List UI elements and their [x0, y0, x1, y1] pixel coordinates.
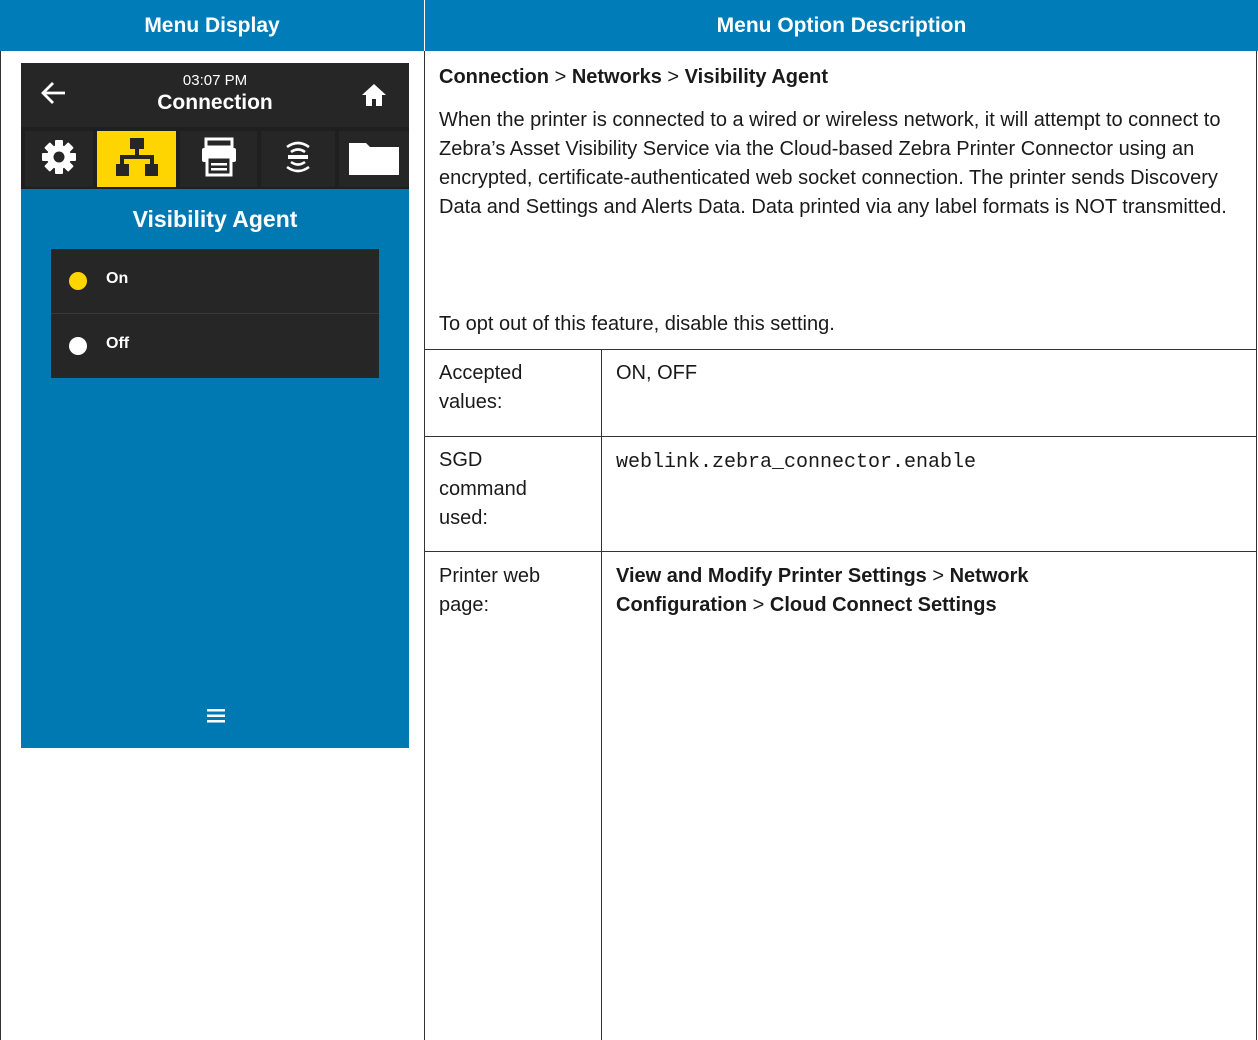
accepted-values-value: ON, OFF [616, 362, 698, 384]
header-menu-option-description: Menu Option Description [425, 0, 1258, 51]
sgd-label-line3: used: [439, 507, 488, 529]
sgd-label-line2: command [439, 478, 527, 500]
option-off-label: Off [106, 335, 130, 352]
screen-top-bar: 03:07 PM Connection [21, 63, 409, 127]
row-line-3 [424, 551, 1257, 552]
menu-table: Menu Display Menu Option Description 03:… [0, 0, 1258, 1040]
row-line-1 [424, 349, 1257, 350]
screen-title: Connection [157, 91, 273, 114]
web-path-view-modify: View and Modify Printer Settings [616, 565, 927, 587]
web-path-separator: > [932, 565, 945, 587]
web-label-line1: Printer web [439, 565, 541, 587]
breadcrumb-connection: Connection [439, 66, 549, 88]
sgd-label-line1: SGD [439, 449, 483, 471]
description-paragraph: When the printer is connected to a wired… [439, 109, 1227, 218]
rfid-tab[interactable] [261, 131, 335, 187]
header-menu-display: Menu Display [0, 0, 424, 51]
radio-unselected-icon [69, 337, 87, 355]
web-path-network: Network [949, 565, 1029, 587]
option-off[interactable]: Off [51, 314, 379, 378]
web-path-separator: > [752, 594, 765, 616]
opt-out-note: To opt out of this feature, disable this… [439, 313, 835, 335]
printer-icon [199, 137, 239, 182]
breadcrumb: Connection > Networks > Visibility Agent [439, 63, 1239, 92]
breadcrumb-separator: > [667, 66, 680, 88]
row-label-divider [601, 349, 602, 1040]
folder-icon [348, 137, 400, 182]
category-tab-bar [21, 127, 409, 189]
settings-gear-icon [39, 137, 79, 182]
printer-screen: 03:07 PM Connection Visibility Agent On … [21, 63, 409, 748]
accepted-label-line2: values: [439, 391, 503, 413]
clock-time: 03:07 PM [182, 72, 248, 89]
web-path-line2: Configuration > Cloud Connect Settings [616, 591, 1236, 620]
web-label-line2: page: [439, 594, 490, 616]
storage-tab[interactable] [339, 131, 409, 187]
border-left [0, 51, 1, 1040]
hamburger-menu-icon[interactable] [207, 709, 225, 728]
network-icon [115, 137, 158, 182]
settings-tab[interactable] [25, 131, 93, 187]
printer-web-page-path: View and Modify Printer Settings > Netwo… [616, 562, 1236, 620]
border-right [1256, 51, 1257, 1040]
breadcrumb-separator: > [554, 66, 567, 88]
sgd-command-value: weblink.zebra_connector.enable [616, 451, 977, 474]
web-path-line1: View and Modify Printer Settings > Netwo… [616, 562, 1236, 591]
print-tab[interactable] [180, 131, 257, 187]
rfid-icon [278, 137, 318, 182]
radio-selected-icon [69, 272, 87, 290]
row-line-2 [424, 436, 1257, 437]
web-path-configuration: Configuration [616, 594, 748, 616]
accepted-label-line1: Accepted [439, 362, 523, 384]
accepted-values-label: Accepted values: [439, 359, 589, 417]
sgd-command-label: SGD command used: [439, 446, 589, 533]
connection-tab[interactable] [97, 131, 176, 187]
home-icon[interactable] [361, 83, 387, 112]
breadcrumb-networks: Networks [571, 66, 662, 88]
printer-web-page-label: Printer web page: [439, 562, 589, 620]
option-on-label: On [106, 270, 129, 287]
setting-title: Visibility Agent [132, 206, 298, 232]
web-path-cloud-connect: Cloud Connect Settings [769, 594, 997, 616]
column-divider [424, 51, 425, 1040]
option-on[interactable]: On [51, 249, 379, 313]
breadcrumb-visibility-agent: Visibility Agent [684, 66, 829, 88]
